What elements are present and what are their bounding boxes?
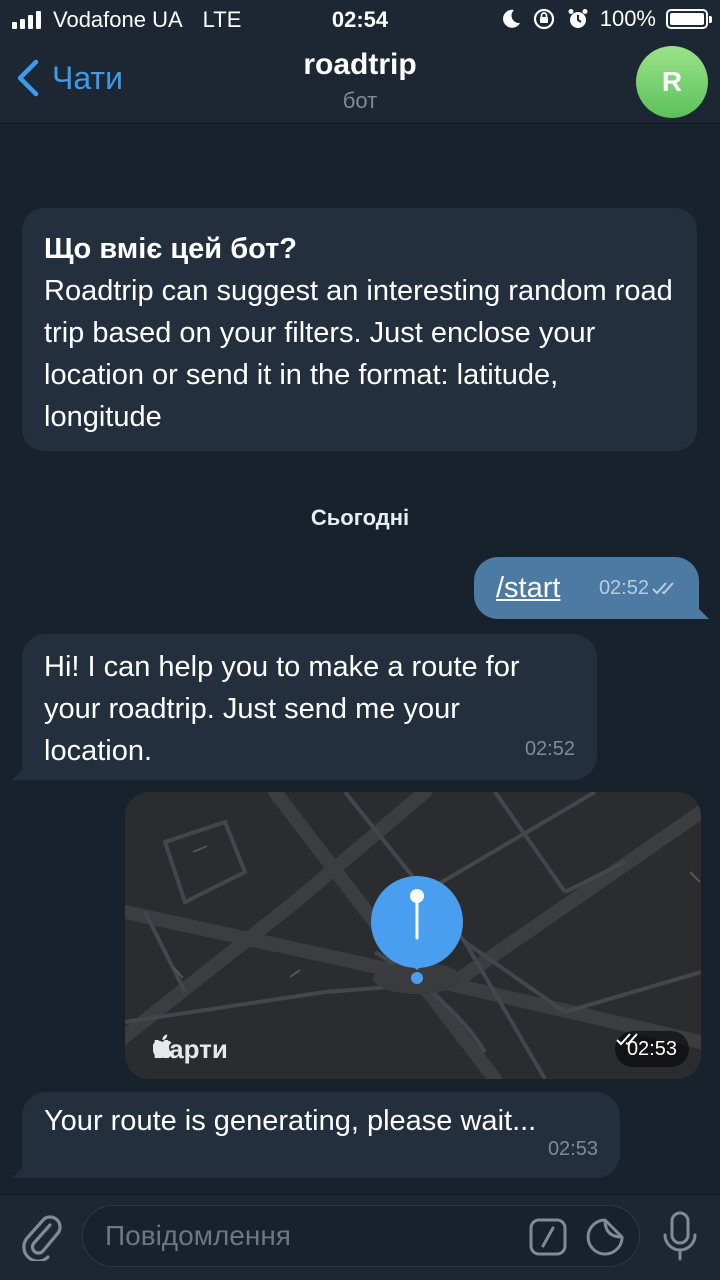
microphone-icon[interactable] — [660, 1209, 700, 1265]
attach-icon[interactable] — [20, 1211, 64, 1261]
message-field[interactable] — [82, 1205, 640, 1267]
alarm-icon — [568, 9, 588, 28]
bot-info-title: Що вміє цей бот? — [44, 233, 298, 265]
message-text: Hi! I can help you to make a route for y… — [44, 651, 520, 767]
apple-logo-icon — [153, 1034, 172, 1058]
status-bar: Vodafone UA LTE 02:54 100% — [0, 0, 720, 40]
message-input[interactable] — [105, 1206, 525, 1266]
avatar-initial: R — [661, 66, 683, 97]
message-time: 02:53 — [547, 1138, 598, 1160]
battery-icon — [666, 9, 712, 29]
composer-bar — [0, 1194, 720, 1280]
read-checks-icon — [652, 582, 674, 595]
maps-provider-label: Карти — [153, 1034, 228, 1065]
location-message[interactable]: Карти 02:53 — [125, 792, 701, 1079]
message-time: 02:52 — [598, 577, 649, 599]
avatar[interactable]: R — [636, 46, 708, 118]
chat-subtitle: бот — [342, 88, 378, 113]
bot-info-card: Що вміє цей бот? Roadtrip can suggest an… — [22, 208, 697, 451]
date-separator: Сьогодні — [310, 505, 410, 530]
bubble-tail — [689, 599, 709, 619]
read-checks-icon — [616, 1033, 638, 1046]
message-time: 02:52 — [524, 738, 575, 760]
chat-header: Чати roadtrip бот R — [0, 40, 720, 124]
bot-command-link[interactable]: /start — [496, 572, 560, 604]
sticker-icon[interactable] — [585, 1217, 625, 1257]
battery-percent: 100% — [599, 6, 656, 31]
rotation-lock-icon — [533, 8, 554, 30]
bubble-tail — [12, 760, 32, 780]
outgoing-message[interactable]: /start 02:52 — [474, 557, 709, 619]
chat-title[interactable]: roadtrip — [0, 48, 720, 82]
command-icon[interactable] — [529, 1218, 567, 1256]
bubble-tail — [12, 1158, 32, 1178]
incoming-message[interactable]: Hi! I can help you to make a route for y… — [12, 634, 597, 780]
incoming-message[interactable]: Your route is generating, please wait...… — [12, 1092, 620, 1178]
message-meta: 02:52 — [599, 567, 681, 609]
bot-info-description: Roadtrip can suggest an interesting rand… — [44, 275, 673, 433]
moon-icon — [502, 9, 520, 28]
message-meta: 02:53 — [614, 1031, 689, 1067]
message-text: Your route is generating, please wait... — [44, 1105, 537, 1137]
status-right: 100% — [500, 6, 712, 32]
